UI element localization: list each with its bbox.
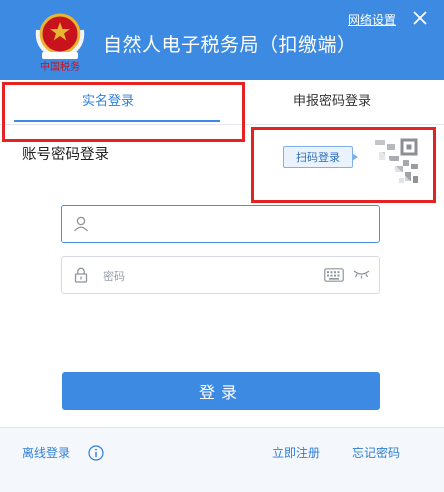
close-icon[interactable] (411, 9, 429, 27)
section-title: 账号密码登录 (22, 147, 109, 163)
username-field[interactable] (61, 205, 380, 244)
network-settings-link[interactable]: 网络设置 (348, 11, 396, 28)
qr-code-icon[interactable] (365, 134, 421, 192)
lock-icon (74, 267, 88, 283)
active-tab-indicator (14, 120, 220, 122)
password-field[interactable]: 密码 (61, 256, 380, 294)
register-link[interactable]: 立即注册 (272, 444, 320, 461)
forgot-password-link[interactable]: 忘记密码 (352, 444, 400, 461)
footer-bar: 离线登录 立即注册 忘记密码 (0, 427, 444, 492)
emblem-logo: 中国税务 (35, 13, 85, 73)
keyboard-icon[interactable] (324, 268, 344, 282)
svg-text:中国税务: 中国税务 (40, 60, 80, 73)
app-title: 自然人电子税务局（扣缴端） (103, 34, 357, 56)
info-icon[interactable] (88, 445, 104, 461)
offline-login-link[interactable]: 离线登录 (22, 444, 70, 461)
login-tabs: 实名登录 申报密码登录 (0, 80, 444, 125)
app-header: 中国税务 自然人电子税务局（扣缴端） 网络设置 (0, 0, 444, 80)
password-placeholder: 密码 (103, 270, 125, 283)
username-input[interactable] (102, 206, 326, 244)
eye-closed-icon[interactable] (353, 269, 370, 279)
tab-realname-login[interactable]: 实名登录 (82, 90, 134, 109)
user-icon (74, 216, 88, 232)
tab-declare-password-login[interactable]: 申报密码登录 (293, 90, 371, 109)
login-button[interactable]: 登录 (62, 372, 380, 410)
scan-login-tip[interactable]: 扫码登录 (283, 146, 358, 168)
